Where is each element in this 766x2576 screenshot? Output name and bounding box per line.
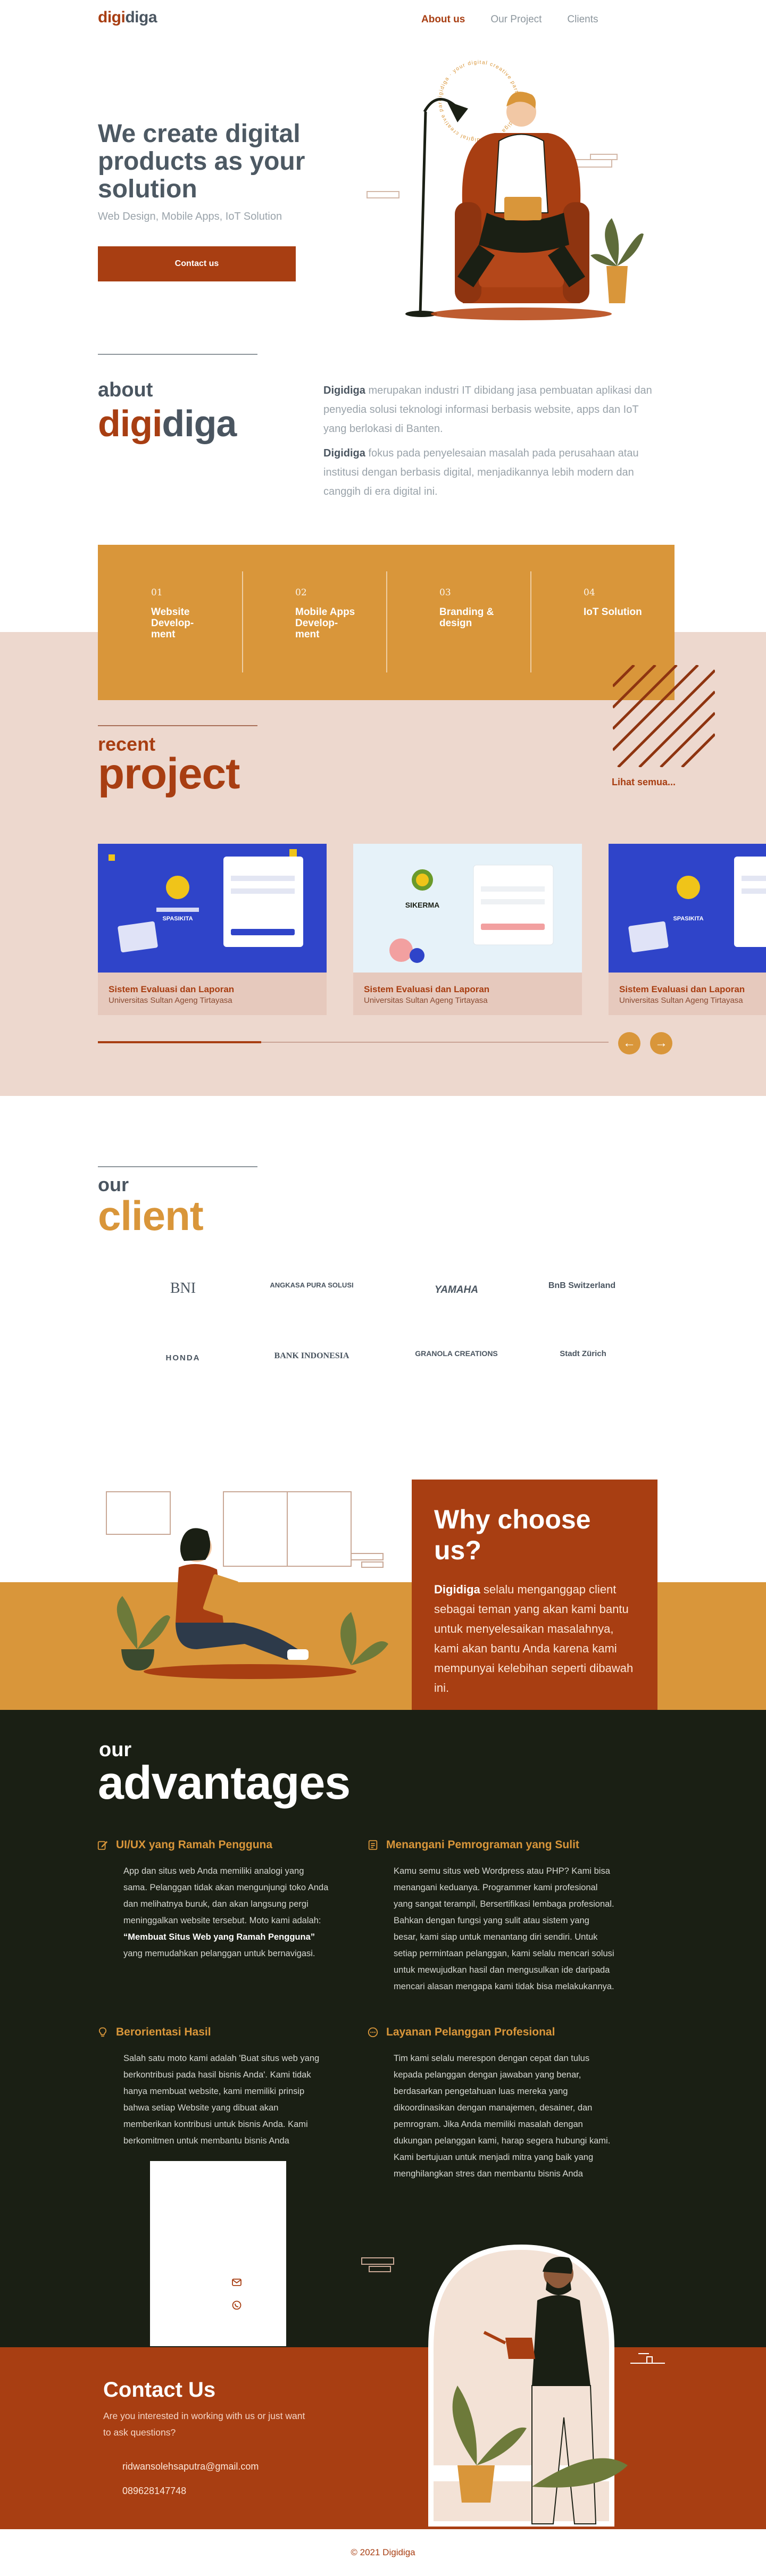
service-item-mobile[interactable]: 02 Mobile Apps Develop-ment (242, 545, 386, 700)
why-illustration (106, 1491, 388, 1679)
hero-title: We create digital products as your solut… (98, 120, 305, 203)
svg-text:SPASIKITA: SPASIKITA (162, 916, 193, 922)
logo[interactable]: digidiga (98, 9, 157, 27)
client-logo-bank-indonesia: BANK INDONESIA (274, 1351, 349, 1360)
project-card-subtitle: Universitas Sultan Ageng Tirtayasa (364, 996, 488, 1005)
advantage-title: UI/UX yang Ramah Pengguna (116, 1839, 273, 1851)
why-description: Digidiga selalu menganggap client sebaga… (434, 1583, 634, 1694)
project-card[interactable]: SIKERMA Sistem Evaluasi dan Laporan Univ… (353, 844, 582, 1015)
advantage-title: Layanan Pelanggan Profesional (386, 2026, 555, 2038)
why-title: Why choose us? (434, 1505, 591, 1565)
svg-text:SPASIKITA: SPASIKITA (673, 916, 703, 922)
client-title: client (98, 1192, 204, 1239)
contact-us-button[interactable]: Contact us (98, 246, 296, 281)
advantage-text: Kamu semu situs web Wordpress atau PHP? … (394, 1866, 614, 1991)
advantage-title: Berorientasi Hasil (116, 2026, 211, 2038)
advantage-text: Tim kami selalu merespon dengan cepat da… (394, 2054, 611, 2179)
client-logo-angkasa-pura: ANGKASA PURA SOLUSI (270, 1281, 354, 1289)
contact-question: Are you interested in working with us or… (103, 2411, 305, 2438)
about-paragraph-2: Digidiga fokus pada penyelesaian masalah… (323, 447, 639, 497)
project-card-subtitle: Universitas Sultan Ageng Tirtayasa (109, 996, 232, 1005)
carousel-progress-fill (98, 1041, 262, 1043)
logo-part-diga: diga (125, 9, 157, 26)
advantage-text: Salah satu moto kami adalah 'Buat situs … (123, 2054, 320, 2146)
code-file-icon (368, 1840, 378, 1850)
nav-link-about[interactable]: About us (421, 14, 465, 26)
client-logo-bni: BNI (170, 1280, 196, 1297)
contact-phone-link[interactable]: 089628147748 (122, 2486, 186, 2497)
about-brand: digidiga (98, 403, 237, 444)
mail-icon[interactable] (232, 2278, 242, 2287)
stripes-decoration (613, 665, 715, 767)
project-thumbnail: SPASIKITA (609, 844, 766, 973)
client-logo-bnb: BnB Switzerland (548, 1281, 616, 1290)
contact-icons-card (150, 2161, 286, 2346)
service-item-website[interactable]: 01 Website Develop-ment (98, 545, 242, 700)
client-logo-yamaha: YAMAHA (435, 1284, 478, 1295)
contact-email-link[interactable]: ridwansolehsaputra@gmail.com (122, 2461, 259, 2472)
about-label: about (98, 379, 153, 401)
advantages-title: advantages (98, 1756, 351, 1809)
advantage-item: Menangani Pemrograman yang Sulit Kamu se… (368, 1839, 615, 1995)
project-title: project (98, 750, 240, 798)
footer-copyright: © 2021 Digidiga (351, 2547, 415, 2557)
project-divider (98, 725, 257, 726)
advantage-title: Menangani Pemrograman yang Sulit (386, 1839, 579, 1851)
logo-part-digi: digi (98, 9, 126, 26)
lightbulb-icon (98, 2027, 107, 2037)
hero-illustration: digidiga · your digital creative partner… (362, 53, 644, 320)
why-choose-us-card: Why choose us? Digidiga selalu mengangga… (412, 1480, 657, 1710)
carousel-progress (98, 1041, 609, 1043)
hero-subtitle: Web Design, Mobile Apps, IoT Solution (98, 211, 282, 222)
nav-link-clients[interactable]: Clients (567, 14, 598, 26)
about-paragraph-1: Digidiga merupakan industri IT dibidang … (323, 385, 652, 435)
top-navbar: digidiga About us Our Project Clients (0, 0, 766, 38)
project-thumbnail: SPASIKITA (98, 844, 327, 973)
about-divider (98, 354, 257, 355)
advantage-text: App dan situs web Anda memiliki analogi … (123, 1866, 329, 1958)
project-card-title: Sistem Evaluasi dan Laporan (364, 984, 490, 994)
project-card[interactable]: SPASIKITA Sistem Evaluasi dan Laporan Un… (609, 844, 766, 1015)
contact-illustration (361, 2244, 665, 2527)
services-panel: 01 Website Develop-ment 02 Mobile Apps Dev… (98, 545, 675, 700)
service-item-branding[interactable]: 03 Branding & design (386, 545, 530, 700)
client-logo-honda: HONDA (165, 1353, 201, 1362)
advantage-item: UI/UX yang Ramah Pengguna App dan situs … (97, 1839, 329, 1962)
client-divider (98, 1166, 257, 1167)
project-card-title: Sistem Evaluasi dan Laporan (109, 984, 235, 994)
footer: © 2021 Digidiga (0, 2529, 766, 2576)
carousel-next-button[interactable]: → (650, 1032, 672, 1054)
project-card[interactable]: SPASIKITA Sistem Evaluasi dan Laporan Un… (98, 844, 327, 1015)
chat-icon (368, 2027, 378, 2038)
project-card-title: Sistem Evaluasi dan Laporan (619, 984, 745, 994)
project-card-subtitle: Universitas Sultan Ageng Tirtayasa (619, 996, 743, 1005)
client-logo-granola: GRANOLA CREATIONS (415, 1349, 498, 1358)
contact-title: Contact Us (103, 2378, 216, 2402)
about-description: Digidiga merupakan industri IT dibidang … (323, 381, 653, 506)
whatsapp-icon[interactable] (232, 2300, 242, 2310)
project-thumbnail: SIKERMA (353, 844, 582, 973)
carousel-prev-button[interactable]: ← (618, 1032, 640, 1054)
svg-text:SIKERMA: SIKERMA (405, 901, 440, 909)
advantage-item: Layanan Pelanggan Profesional Tim kami s… (368, 2026, 615, 2182)
advantage-item: Berorientasi Hasil Salah satu moto kami … (98, 2026, 329, 2149)
client-logo-stadt-zurich: Stadt Zürich (560, 1349, 606, 1358)
see-all-link[interactable]: Lihat semua... (612, 777, 676, 788)
edit-icon (97, 1841, 108, 1850)
nav-link-project[interactable]: Our Project (490, 14, 542, 26)
nav-links: About us Our Project Clients (421, 14, 598, 26)
